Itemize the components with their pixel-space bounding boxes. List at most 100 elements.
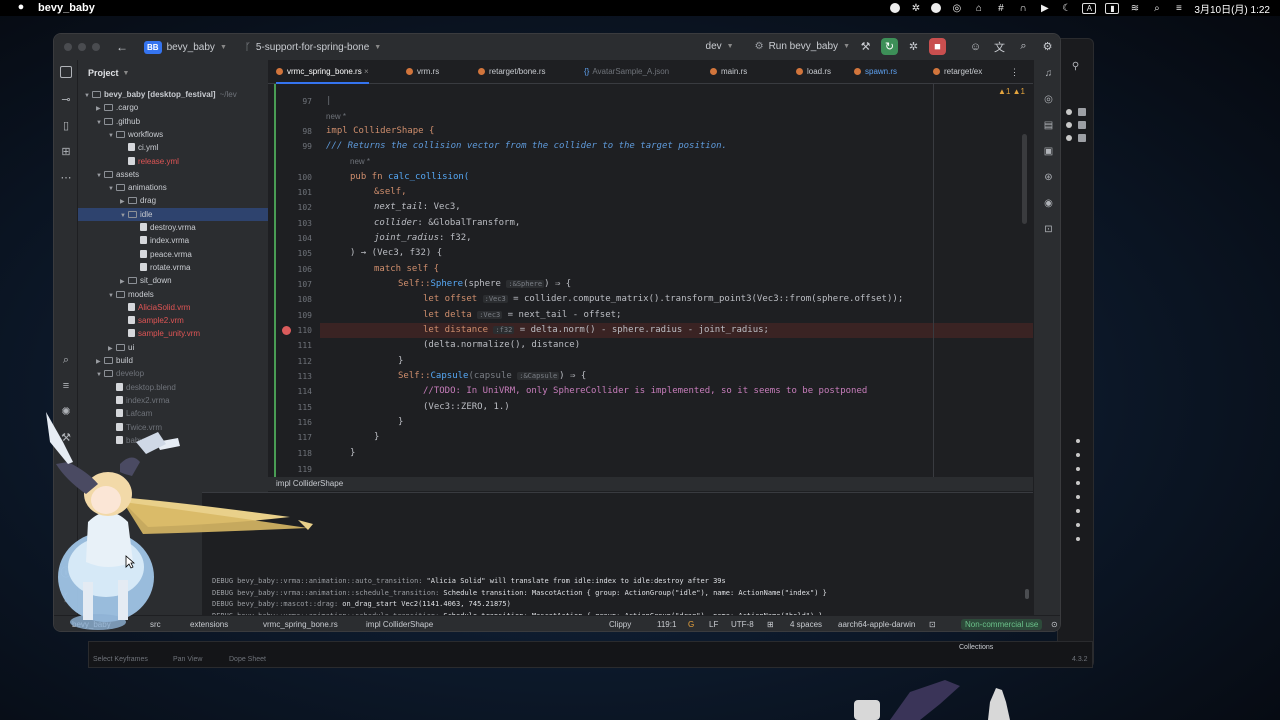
project-tree-item[interactable]: AliciaSolid.vrm <box>78 301 268 314</box>
more-icon[interactable]: ⋯ <box>58 170 74 186</box>
line-number[interactable]: 104 <box>268 234 312 243</box>
tab-load[interactable]: load.rs <box>796 60 831 84</box>
folder-icon[interactable] <box>60 66 72 78</box>
run-config-switcher[interactable]: ⚙ Run bevy_baby ▼ <box>755 41 850 52</box>
search-icon[interactable]: ⌕ <box>58 352 74 368</box>
stop-button[interactable]: ■ <box>929 38 946 55</box>
line-number[interactable]: 114 <box>268 387 312 396</box>
project-tree-item[interactable]: ci.yml <box>78 141 268 154</box>
collections-label[interactable]: Collections <box>959 644 993 651</box>
menu-clock[interactable]: 3月10日(月) 1:22 <box>1194 1 1270 16</box>
keyframe-dot[interactable] <box>1076 453 1080 457</box>
line-number[interactable]: 107 <box>268 280 312 289</box>
project-tree-item[interactable]: index.vrma <box>78 234 268 247</box>
ai-assistant-icon[interactable]: ◎ <box>1041 92 1056 107</box>
project-tree-item[interactable]: ▼ animations <box>78 181 268 194</box>
android-icon[interactable]: ⌂ <box>972 3 985 14</box>
pan-view-label[interactable]: Pan View <box>173 656 202 663</box>
menu-app-name[interactable]: bevy_baby <box>38 2 95 14</box>
line-number[interactable]: 108 <box>268 295 312 304</box>
moon-icon[interactable]: ☾ <box>1060 3 1073 14</box>
status-crumb[interactable]: impl ColliderShape <box>366 616 433 631</box>
slack-icon[interactable]: # <box>994 3 1007 14</box>
search-icon[interactable]: ⌕ <box>1150 3 1163 14</box>
tab-spawn[interactable]: spawn.rs <box>854 60 897 84</box>
more-tabs-icon[interactable]: ⋮ <box>1010 60 1019 84</box>
keyframe-dot[interactable] <box>1076 495 1080 499</box>
branch-switcher[interactable]: ᚴ 5-support-for-spring-bone ▼ <box>245 42 381 53</box>
structure-icon[interactable]: ⊞ <box>58 144 74 160</box>
line-number[interactable]: 103 <box>268 219 312 228</box>
project-tree-item[interactable]: release.yml <box>78 155 268 168</box>
project-tree-item[interactable]: ▶ sit_down <box>78 274 268 287</box>
minimize-window-button[interactable] <box>78 43 86 51</box>
translate-icon[interactable]: 文 <box>991 38 1008 55</box>
line-number[interactable]: 106 <box>268 265 312 274</box>
project-tree-item[interactable]: ▶ ui <box>78 341 268 354</box>
line-number[interactable]: 99 <box>268 142 312 151</box>
project-tree-item[interactable]: ▼ workflows <box>78 128 268 141</box>
indent-setting[interactable]: 4 spaces <box>790 616 822 631</box>
maximize-window-button[interactable] <box>92 43 100 51</box>
keyframe-dot[interactable] <box>1076 509 1080 513</box>
close-icon[interactable]: × <box>364 67 369 76</box>
plugin-icon[interactable]: ⊡ <box>1041 222 1056 237</box>
tab-retarget-ex[interactable]: retarget/ex <box>933 60 982 84</box>
settings-icon[interactable]: ✲ <box>909 3 922 14</box>
clippy-status[interactable]: Clippy <box>609 616 631 631</box>
hammer-icon[interactable]: ⚒ <box>857 38 874 55</box>
control-center-icon[interactable]: ≡ <box>1172 3 1185 14</box>
play-icon[interactable]: ▶ <box>1038 3 1051 14</box>
tab-vrm[interactable]: vrm.rs <box>406 60 439 84</box>
close-window-button[interactable] <box>64 43 72 51</box>
project-tree-item[interactable]: ▼ .github <box>78 115 268 128</box>
gear-icon[interactable]: ⚙ <box>1039 38 1056 55</box>
user-icon[interactable]: ☺ <box>967 38 984 55</box>
project-tree-item[interactable]: sample2.vrm <box>78 314 268 327</box>
project-tree-item[interactable]: ▶ drag <box>78 194 268 207</box>
dope-sheet-label[interactable]: Dope Sheet <box>229 656 266 663</box>
line-number[interactable]: 97 <box>268 97 312 106</box>
filter-icon[interactable]: ⚲ <box>1068 59 1083 74</box>
select-keyframes-label[interactable]: Select Keyframes <box>93 656 148 663</box>
tab-retarget-bone[interactable]: retarget/bone.rs <box>478 60 545 84</box>
project-tree-item[interactable]: ▼ idle <box>78 207 268 221</box>
keyframe-dot[interactable] <box>1076 523 1080 527</box>
code-editor[interactable]: ▲1 ▲1 97 98 99 100 101 102 103 104 105 106 107 108 1… <box>268 84 1033 477</box>
project-switcher[interactable]: BB bevy_baby ▼ <box>144 40 227 54</box>
target-triple[interactable]: aarch64-apple-darwin <box>838 616 915 631</box>
cargo-icon[interactable]: ▣ <box>1041 144 1056 159</box>
project-tree-item[interactable]: ▼ assets <box>78 168 268 181</box>
lock-icon[interactable]: ⊡ <box>929 616 936 631</box>
apple-icon[interactable]: ● <box>14 1 28 15</box>
line-number[interactable]: 112 <box>268 357 312 366</box>
tab-main[interactable]: main.rs <box>710 60 747 84</box>
inspection-widget[interactable]: ▲1 ▲1 <box>998 87 1025 96</box>
project-tree-item[interactable]: ▶ .cargo <box>78 101 268 114</box>
project-tree-item[interactable]: ▼ develop <box>78 367 268 380</box>
google-icon[interactable]: G <box>688 616 694 631</box>
line-number[interactable]: 100 <box>268 173 312 182</box>
run-console[interactable]: DEBUG bevy_baby::vrma::animation::auto_tr… <box>202 492 1033 621</box>
line-number[interactable]: 110 <box>268 326 312 335</box>
desktop-mascot-character[interactable] <box>28 402 320 634</box>
editor-breadcrumb[interactable]: impl ColliderShape <box>268 477 1033 491</box>
line-number[interactable]: 105 <box>268 249 312 258</box>
project-tree-item[interactable]: peace.vrma <box>78 248 268 261</box>
file-encoding[interactable]: UTF-8 <box>731 616 754 631</box>
format-icon[interactable]: ⊞ <box>767 616 774 631</box>
keyframe-dot[interactable] <box>1076 537 1080 541</box>
line-ending[interactable]: LF <box>709 616 718 631</box>
rerun-button[interactable]: ↻ <box>881 38 898 55</box>
caret-position[interactable]: 119:1 <box>657 616 676 631</box>
profile-switcher[interactable]: dev ▼ <box>706 41 734 52</box>
tab-vrmc-spring-bone[interactable]: vrmc_spring_bone.rs × <box>276 60 369 84</box>
camera-icon[interactable] <box>1078 108 1086 116</box>
input-mode[interactable]: A <box>1082 2 1097 14</box>
bookmark-icon[interactable]: ▯ <box>58 118 74 134</box>
headphones-icon[interactable]: ∩ <box>1016 3 1029 14</box>
ai-chat-icon[interactable]: ◉ <box>1041 196 1056 211</box>
database-icon[interactable]: ▤ <box>1041 118 1056 133</box>
target-icon[interactable]: ◎ <box>950 3 963 14</box>
editor-scrollbar[interactable] <box>1022 134 1027 224</box>
